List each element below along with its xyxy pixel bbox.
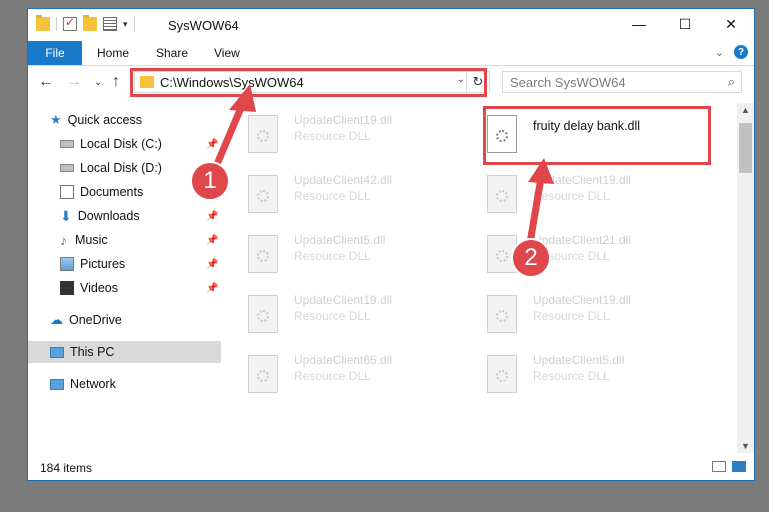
callout-marker-2: 2 <box>511 238 551 278</box>
arrow-1-head <box>229 84 256 112</box>
arrow-2-shaft <box>526 174 545 247</box>
arrow-2-head <box>528 158 554 184</box>
callout-marker-1: 1 <box>190 161 230 201</box>
annotation-arrows <box>208 84 554 247</box>
